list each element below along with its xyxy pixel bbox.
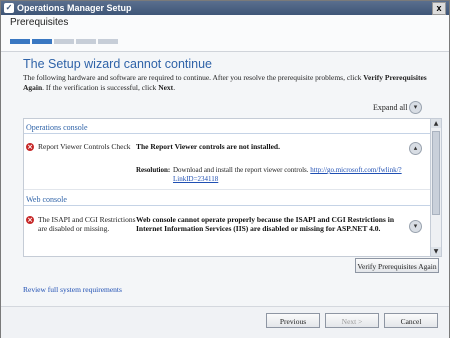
resolution-description: Download and install the report viewer c… [173, 166, 309, 174]
title-bar: ✓ Operations Manager Setup x [1, 1, 449, 15]
expand-all-chevron-icon[interactable]: ▾ [409, 101, 422, 114]
instructions-bold: Next [158, 83, 174, 92]
wizard-progress-bar [10, 39, 118, 44]
next-button[interactable]: Next > [325, 313, 379, 328]
collapse-chevron-icon[interactable]: ▴ [409, 142, 422, 155]
step-title: Prerequisites [10, 17, 69, 28]
resolution-text: Download and install the report viewer c… [173, 166, 403, 184]
check-message: The Report Viewer controls are not insta… [136, 142, 280, 151]
error-icon: × [26, 143, 34, 151]
expand-chevron-icon[interactable]: ▾ [409, 220, 422, 233]
review-requirements-link[interactable]: Review full system requirements [23, 285, 122, 294]
instructions-part: . [173, 83, 176, 92]
progress-segment [32, 39, 52, 44]
scroll-thumb[interactable] [432, 131, 440, 215]
verify-prerequisites-button[interactable]: Verify Prerequisites Again [355, 258, 439, 273]
section-title-web-console: Web console [26, 195, 67, 204]
check-message: Web console cannot operate properly beca… [136, 215, 394, 233]
scroll-down-arrow-icon[interactable]: ▼ [431, 247, 441, 256]
previous-button[interactable]: Previous [266, 313, 320, 328]
page-heading: The Setup wizard cannot continue [23, 57, 213, 71]
close-button[interactable]: x [432, 2, 446, 15]
cancel-button[interactable]: Cancel [384, 313, 438, 328]
progress-segment [98, 39, 118, 44]
section-divider [24, 133, 431, 134]
instructions-part: The following hardware and software are … [23, 73, 364, 82]
window-title: Operations Manager Setup [17, 3, 132, 13]
error-icon: × [26, 216, 34, 224]
panel-scrollbar[interactable]: ▲ ▼ [430, 118, 442, 257]
instructions-part: . If the verification is successful, cli… [42, 83, 159, 92]
setup-window: ✓ Operations Manager Setup x Prerequisit… [0, 0, 450, 338]
prerequisites-panel: Operations console × Report Viewer Contr… [23, 118, 432, 257]
progress-segment [54, 39, 74, 44]
instructions-text: The following hardware and software are … [23, 73, 443, 93]
progress-segment [76, 39, 96, 44]
wizard-footer [1, 306, 449, 338]
app-icon: ✓ [4, 3, 14, 13]
check-name: The ISAPI and CGI Restrictions are disab… [38, 215, 136, 233]
expand-all-label[interactable]: Expand all [373, 103, 407, 112]
section-title-operations-console: Operations console [26, 123, 88, 132]
wizard-header: Prerequisites [1, 15, 449, 52]
item-divider [24, 189, 431, 190]
scroll-up-arrow-icon[interactable]: ▲ [431, 119, 441, 128]
section-divider [24, 205, 431, 206]
progress-segment [10, 39, 30, 44]
check-name: Report Viewer Controls Check [38, 142, 131, 151]
resolution-label: Resolution: [136, 166, 171, 174]
